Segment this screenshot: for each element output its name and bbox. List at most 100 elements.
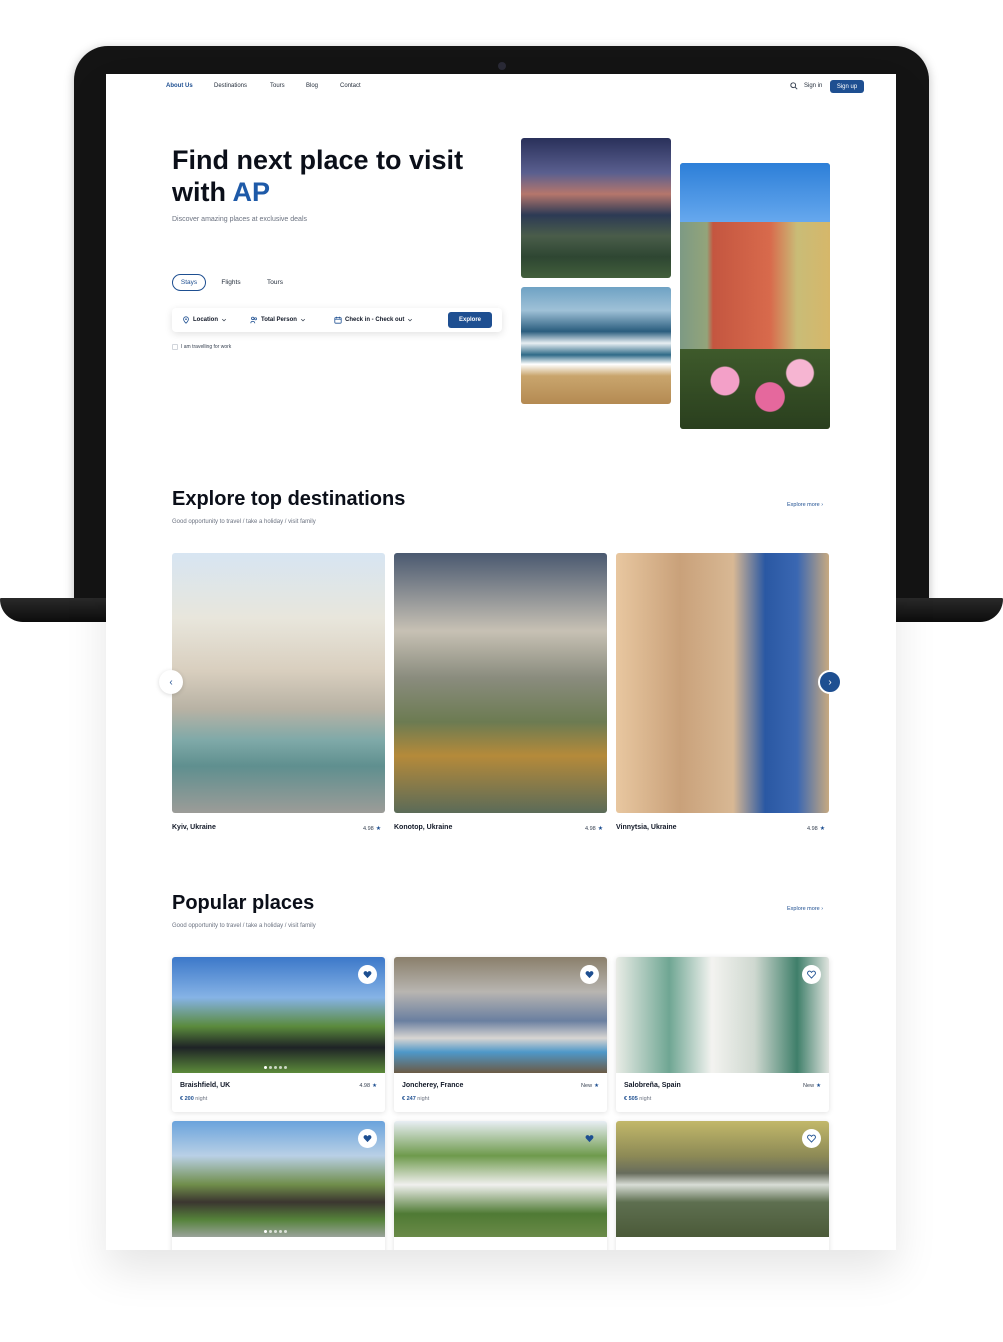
search-bar: Location Total Person Check in - Check o… [172,308,502,332]
chevron-right-icon: › [821,906,824,912]
destination-rating: 4.98 ★ [807,825,826,833]
favorite-button[interactable] [802,1129,821,1148]
destination-card-image[interactable] [172,553,385,813]
chevron-down-icon [408,318,413,322]
destinations-explore-more[interactable]: Explore more › [787,502,823,508]
explore-more-label: Explore more [787,906,820,912]
date-range-label: Check in - Check out [345,317,405,323]
checkbox-box[interactable] [172,344,178,350]
favorite-button[interactable] [802,965,821,984]
favorite-button[interactable] [580,965,599,984]
tab-flights[interactable]: Flights [216,274,246,291]
rating-value: 4.98 [363,825,374,832]
image-pagination-dots[interactable] [264,1230,287,1233]
star-icon: ★ [816,1083,821,1089]
total-person-label: Total Person [261,317,297,323]
rating-value: 4.98 [585,825,596,832]
place-card[interactable] [394,1121,607,1250]
total-person-dropdown[interactable]: Total Person [250,316,306,324]
rating-value: 4.98 [359,1083,371,1089]
hero-title: Find next place to visit with AP [172,144,492,208]
heart-outline-icon [807,970,816,979]
place-image [616,1121,829,1237]
chevron-down-icon [300,318,305,322]
hero-title-prefix: with [172,177,233,207]
destinations-title: Explore top destinations [172,488,406,510]
destination-card-image[interactable] [616,553,829,813]
checkbox-label: I am travelling for work [181,344,232,350]
star-icon: ★ [597,826,604,832]
hero-title-line1: Find next place to visit [172,145,464,175]
travelling-for-work-checkbox[interactable]: I am travelling for work [172,344,231,350]
image-pagination-dots[interactable] [264,1066,287,1069]
place-price: € 200 night [180,1096,207,1102]
star-icon: ★ [372,1083,377,1089]
place-name: Joncherey, France [402,1082,464,1089]
price-unit: night [195,1096,208,1102]
place-rating: 4.98 ★ [359,1083,377,1089]
location-dropdown[interactable]: Location [182,316,227,324]
website-screen: About Us Destinations Tours Blog Contact… [106,74,896,1250]
destination-rating: 4.98 ★ [585,825,604,833]
nav-destinations[interactable]: Destinations [214,83,247,89]
destination-name[interactable]: Vinnytsia, Ukraine [616,824,677,831]
chevron-right-icon: › [821,502,824,508]
place-image [616,957,829,1073]
place-image [394,957,607,1073]
price-value: € 200 [180,1096,194,1102]
place-name: Braishfield, UK [180,1082,231,1089]
location-label: Location [193,317,218,323]
carousel-next-button[interactable]: › [818,670,842,694]
destination-name[interactable]: Kyiv, Ukraine [172,824,216,831]
sign-up-button[interactable]: Sign up [830,80,864,93]
rating-value: New [803,1083,815,1089]
place-rating: New ★ [803,1083,821,1089]
favorite-button[interactable] [580,1129,599,1148]
sign-in-link[interactable]: Sign in [804,83,822,89]
place-card[interactable]: Salobreña, Spain New ★ € 505 night [616,957,829,1112]
explore-button[interactable]: Explore [448,312,492,328]
nav-tours[interactable]: Tours [270,83,285,89]
nav-about-us[interactable]: About Us [166,83,193,89]
place-card[interactable] [616,1121,829,1250]
place-image [172,957,385,1073]
price-value: € 505 [624,1096,638,1102]
star-icon: ★ [594,1083,599,1089]
price-unit: night [639,1096,652,1102]
favorite-button[interactable] [358,965,377,984]
chevron-down-icon [221,318,227,322]
calendar-icon [334,316,342,324]
location-pin-icon [183,316,189,324]
popular-title: Popular places [172,892,315,914]
place-name: Salobreña, Spain [624,1082,681,1089]
heart-filled-icon [363,1135,372,1143]
popular-explore-more[interactable]: Explore more › [787,906,823,912]
chevron-right-icon: › [828,676,832,688]
destination-name[interactable]: Konotop, Ukraine [394,824,452,831]
heart-filled-icon [363,971,372,979]
tab-stays[interactable]: Stays [172,274,206,291]
carousel-prev-button[interactable]: ‹ [159,670,183,694]
star-icon: ★ [819,826,826,832]
chevron-left-icon: ‹ [169,676,173,688]
search-icon[interactable] [790,82,798,90]
place-image [394,1121,607,1237]
hero-title-accent: AP [232,177,271,207]
place-card[interactable]: Joncherey, France New ★ € 247 night [394,957,607,1112]
tab-tours[interactable]: Tours [260,274,290,291]
nav-blog[interactable]: Blog [306,83,318,89]
heart-filled-icon [585,1135,594,1143]
destination-card-image[interactable] [394,553,607,813]
date-range-dropdown[interactable]: Check in - Check out [334,316,413,324]
popular-subtitle: Good opportunity to travel / take a holi… [172,923,316,929]
device-mockup: About Us Destinations Tours Blog Contact… [0,0,1003,1342]
hero-image-coast [521,287,671,404]
place-card[interactable] [172,1121,385,1250]
place-card[interactable]: Braishfield, UK 4.98 ★ € 200 night [172,957,385,1112]
heart-filled-icon [585,971,594,979]
favorite-button[interactable] [358,1129,377,1148]
webcam [498,62,506,70]
rating-value: 4.98 [807,825,818,832]
nav-contact[interactable]: Contact [340,83,361,89]
explore-more-label: Explore more [787,502,820,508]
